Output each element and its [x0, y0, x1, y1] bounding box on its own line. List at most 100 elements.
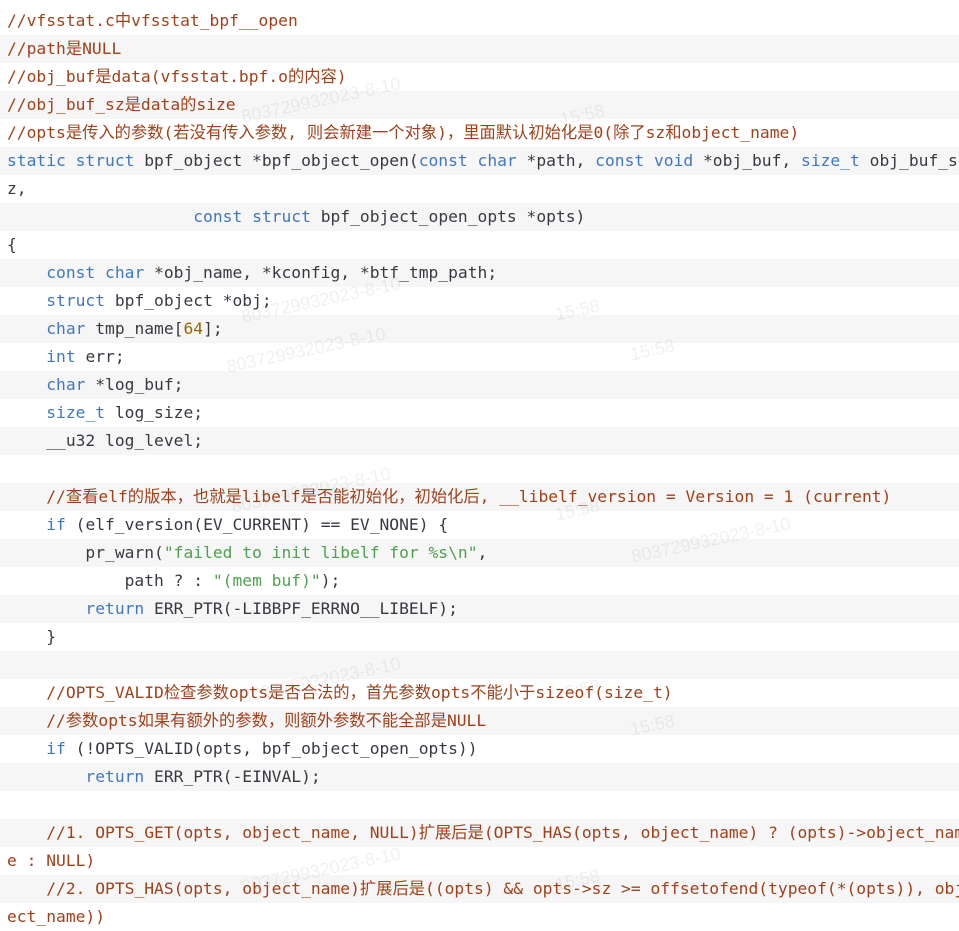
code-token: //2. OPTS_HAS(opts, object_name)扩展后是((op…: [46, 879, 959, 898]
code-token: char: [46, 319, 96, 338]
code-line: //查看elf的版本，也就是libelf是否能初始化，初始化后, __libel…: [0, 483, 959, 511]
code-line: //2. OPTS_HAS(opts, object_name)扩展后是((op…: [0, 875, 959, 903]
code-token: err;: [85, 347, 125, 366]
code-line: return ERR_PTR(-EINVAL);: [0, 763, 959, 791]
code-line: z,: [0, 175, 959, 203]
code-token: (!OPTS_VALID(opts, bpf_object_open_opts)…: [75, 739, 478, 758]
code-token: //参数opts如果有额外的参数，则额外参数不能全部是NULL: [46, 711, 487, 730]
code-line: }: [0, 623, 959, 651]
code-line: char tmp_name[64];: [0, 315, 959, 343]
code-token: if: [46, 515, 76, 534]
code-line: //参数opts如果有额外的参数，则额外参数不能全部是NULL: [0, 707, 959, 735]
code-token: {: [7, 235, 17, 254]
code-token: char: [46, 375, 96, 394]
code-token: pr_warn(: [7, 543, 164, 562]
code-token: *log_buf;: [95, 375, 184, 394]
code-token: return: [85, 599, 155, 618]
code-line: //1. OPTS_GET(opts, object_name, NULL)扩展…: [0, 819, 959, 847]
code-block: //vfsstat.c中vfsstat_bpf__open //path是NULL…: [0, 0, 959, 926]
code-token: "(mem buf)": [212, 571, 321, 590]
code-token: //查看elf的版本，也就是libelf是否能初始化，初始化后, __libel…: [46, 487, 892, 506]
code-line: if (!OPTS_VALID(opts, bpf_object_open_op…: [0, 735, 959, 763]
code-line: const struct bpf_object_open_opts *opts): [0, 203, 959, 231]
code-token: ERR_PTR(-EINVAL);: [154, 767, 321, 786]
code-token: 64: [183, 319, 204, 338]
code-line: char *log_buf;: [0, 371, 959, 399]
code-token: path ? :: [7, 571, 213, 590]
code-token: }: [7, 627, 57, 646]
code-token: "failed to init libelf for %s\n": [163, 543, 478, 562]
code-token: //path是NULL: [7, 39, 122, 58]
code-line: const char *obj_name, *kconfig, *btf_tmp…: [0, 259, 959, 287]
code-token: *obj_buf,: [702, 151, 802, 170]
code-line: path ? : "(mem buf)");: [0, 567, 959, 595]
code-line: //opts是传入的参数(若没有传入参数, 则会新建一个对象)，里面默认初始化是…: [0, 119, 959, 147]
code-token: //1. OPTS_GET(opts, object_name, NULL)扩展…: [46, 823, 959, 842]
code-token: (elf_version(EV_CURRENT) == EV_NONE) {: [75, 515, 449, 534]
code-line: //path是NULL: [0, 35, 959, 63]
code-line: pr_warn("failed to init libelf for %s\n"…: [0, 539, 959, 567]
code-token: int: [46, 347, 86, 366]
code-token: ect_name)): [7, 907, 106, 926]
code-token: //vfsstat.c中vfsstat_bpf__open: [7, 11, 298, 30]
code-token: ERR_PTR(-LIBBPF_ERRNO__LIBELF);: [154, 599, 458, 618]
code-token: z,: [7, 179, 27, 198]
code-token: log_size;: [114, 403, 204, 422]
code-token: //obj_buf是data(vfsstat.bpf.o的内容): [7, 67, 347, 86]
code-token: obj_buf_s: [869, 151, 958, 170]
code-token: bpf_object *obj;: [114, 291, 272, 310]
code-token: const void: [595, 151, 703, 170]
code-token: //OPTS_VALID检查参数opts是否合法的，首先参数opts不能小于si…: [46, 683, 673, 702]
code-line: e : NULL): [0, 847, 959, 875]
code-line: int err;: [0, 343, 959, 371]
code-line: static struct bpf_object *bpf_object_ope…: [0, 147, 959, 175]
code-token: e : NULL): [7, 851, 96, 870]
code-line: if (elf_version(EV_CURRENT) == EV_NONE) …: [0, 511, 959, 539]
code-token: const struct: [193, 207, 321, 226]
code-token: ,: [477, 543, 488, 562]
code-line: //vfsstat.c中vfsstat_bpf__open: [0, 7, 959, 35]
code-line: size_t log_size;: [0, 399, 959, 427]
code-line: struct bpf_object *obj;: [0, 287, 959, 315]
code-line: //obj_buf_sz是data的size: [0, 91, 959, 119]
code-token: return: [85, 767, 155, 786]
code-token: //opts是传入的参数(若没有传入参数, 则会新建一个对象)，里面默认初始化是…: [7, 123, 800, 142]
code-token: struct: [46, 291, 115, 310]
code-token: const char: [418, 151, 527, 170]
code-line: {: [0, 231, 959, 259]
code-line: ect_name)): [0, 903, 959, 931]
code-token: size_t: [801, 151, 870, 170]
code-line: //OPTS_VALID检查参数opts是否合法的，首先参数opts不能小于si…: [0, 679, 959, 707]
code-line: __u32 log_level;: [0, 427, 959, 455]
code-token: ];: [203, 319, 223, 338]
code-line: //obj_buf是data(vfsstat.bpf.o的内容): [0, 63, 959, 91]
code-token: );: [320, 571, 341, 590]
code-token: bpf_object_open_opts *opts): [320, 207, 586, 226]
code-token: if: [46, 739, 76, 758]
code-line: [0, 651, 959, 679]
code-token: *obj_name, *kconfig, *btf_tmp_path;: [154, 263, 498, 282]
code-token: bpf_object *bpf_object_open(: [144, 151, 419, 170]
code-token: *path,: [526, 151, 596, 170]
code-token: const char: [46, 263, 155, 282]
code-token: size_t: [46, 403, 115, 422]
code-token: static struct: [7, 151, 145, 170]
